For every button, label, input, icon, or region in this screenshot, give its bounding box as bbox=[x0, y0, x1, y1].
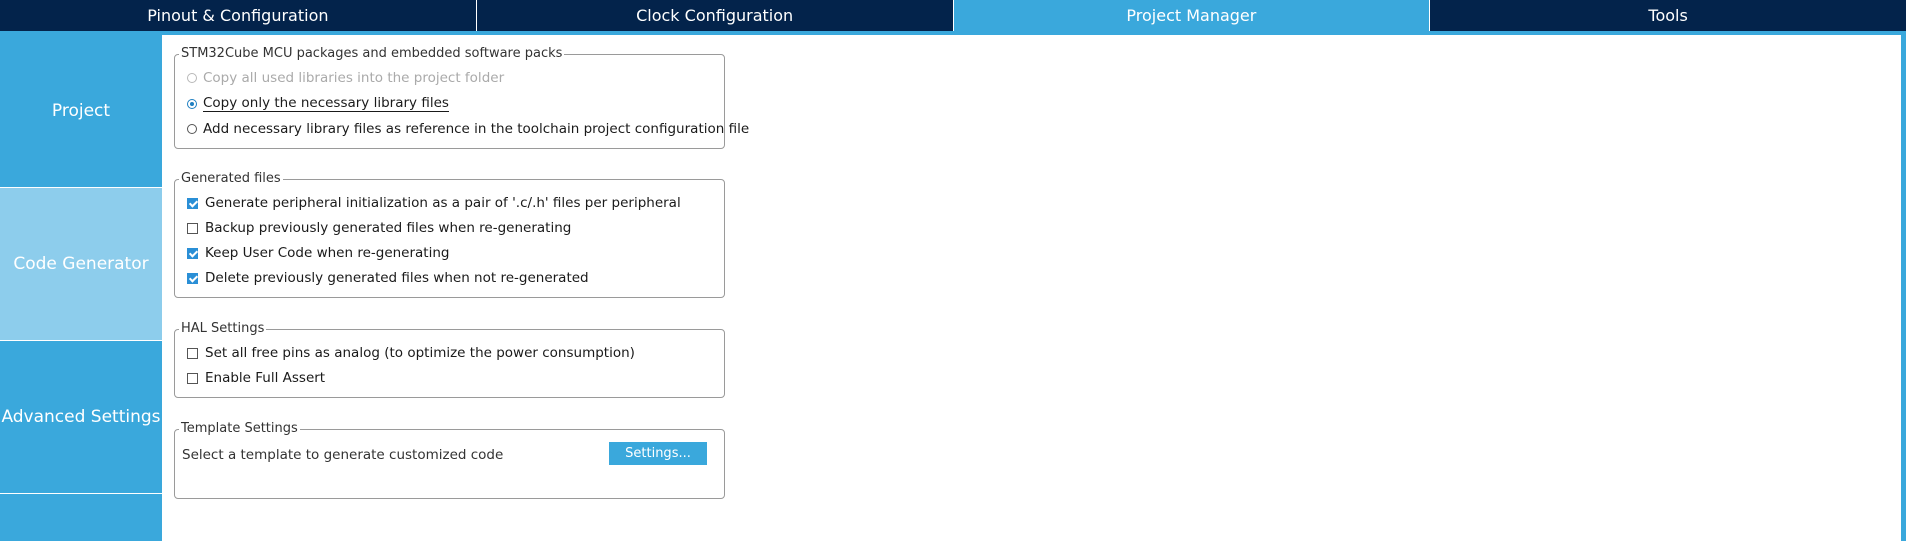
checkbox-label: Keep User Code when re-generating bbox=[205, 245, 450, 261]
checkbox-free-pins-analog[interactable]: Set all free pins as analog (to optimize… bbox=[187, 344, 635, 362]
sidebar: Project Code Generator Advanced Settings bbox=[0, 35, 162, 541]
checkbox-unchecked[interactable] bbox=[187, 347, 198, 359]
checkbox-delete-previously-generated[interactable]: Delete previously generated files when n… bbox=[187, 269, 589, 287]
checkbox-unchecked[interactable] bbox=[187, 222, 198, 234]
checkbox-keep-user-code[interactable]: Keep User Code when re-generating bbox=[187, 244, 449, 262]
tab-underline bbox=[0, 31, 1906, 35]
generated-files-group: Generated files Generate peripheral init… bbox=[174, 171, 725, 298]
sidebar-item-advanced-settings[interactable]: Advanced Settings bbox=[0, 341, 162, 494]
checkbox-label: Delete previously generated files when n… bbox=[205, 270, 589, 286]
group-legend: Generated files bbox=[179, 171, 283, 186]
radio-button[interactable] bbox=[187, 73, 197, 83]
right-edge-strip bbox=[1901, 35, 1906, 541]
group-legend: Template Settings bbox=[179, 421, 300, 436]
tab-label: Pinout & Configuration bbox=[147, 6, 329, 25]
checkbox-unchecked[interactable] bbox=[187, 372, 198, 384]
checkbox-checked[interactable] bbox=[187, 247, 198, 259]
checkbox-label: Generate peripheral initialization as a … bbox=[205, 195, 681, 211]
radio-label: Copy only the necessary library files bbox=[203, 95, 449, 112]
checkbox-label: Backup previously generated files when r… bbox=[205, 220, 572, 236]
radio-button[interactable] bbox=[187, 124, 197, 134]
sidebar-item-code-generator[interactable]: Code Generator bbox=[0, 188, 162, 341]
radio-label: Copy all used libraries into the project… bbox=[203, 70, 505, 86]
checkbox-generate-peripheral-pairs[interactable]: Generate peripheral initialization as a … bbox=[187, 194, 681, 212]
group-legend: STM32Cube MCU packages and embedded soft… bbox=[179, 46, 565, 61]
packages-group: STM32Cube MCU packages and embedded soft… bbox=[174, 46, 749, 149]
sidebar-item-project[interactable]: Project bbox=[0, 35, 162, 188]
tab-pinout-configuration[interactable]: Pinout & Configuration bbox=[0, 0, 477, 31]
radio-label: Add necessary library files as reference… bbox=[203, 121, 750, 137]
sidebar-item-label: Project bbox=[51, 101, 111, 121]
sidebar-filler bbox=[0, 494, 162, 541]
template-description: Select a template to generate customized… bbox=[182, 447, 504, 463]
checkbox-label: Set all free pins as analog (to optimize… bbox=[205, 345, 635, 361]
checkbox-enable-full-assert[interactable]: Enable Full Assert bbox=[187, 369, 325, 387]
radio-add-library-reference[interactable]: Add necessary library files as reference… bbox=[187, 120, 749, 138]
sidebar-item-label: Code Generator bbox=[13, 254, 149, 274]
tab-label: Tools bbox=[1648, 6, 1688, 25]
tab-clock-configuration[interactable]: Clock Configuration bbox=[477, 0, 954, 31]
checkbox-label: Enable Full Assert bbox=[205, 370, 326, 386]
radio-copy-necessary-libraries[interactable]: Copy only the necessary library files bbox=[187, 95, 449, 113]
template-settings-group: Template Settings Select a template to g… bbox=[174, 421, 725, 499]
tab-tools[interactable]: Tools bbox=[1430, 0, 1906, 31]
tab-label: Project Manager bbox=[1126, 6, 1257, 25]
hal-settings-group: HAL Settings Set all free pins as analog… bbox=[174, 321, 725, 398]
tab-label: Clock Configuration bbox=[636, 6, 794, 25]
radio-button-selected[interactable] bbox=[187, 99, 197, 109]
sidebar-item-label: Advanced Settings bbox=[1, 407, 161, 427]
group-legend: HAL Settings bbox=[179, 321, 267, 336]
checkbox-checked[interactable] bbox=[187, 197, 198, 209]
checkbox-backup-generated-files[interactable]: Backup previously generated files when r… bbox=[187, 219, 571, 237]
top-tab-bar: Pinout & Configuration Clock Configurati… bbox=[0, 0, 1906, 31]
settings-button[interactable]: Settings... bbox=[609, 442, 707, 465]
radio-copy-all-libraries[interactable]: Copy all used libraries into the project… bbox=[187, 69, 504, 87]
checkbox-checked[interactable] bbox=[187, 272, 198, 284]
tab-project-manager[interactable]: Project Manager bbox=[953, 0, 1431, 31]
